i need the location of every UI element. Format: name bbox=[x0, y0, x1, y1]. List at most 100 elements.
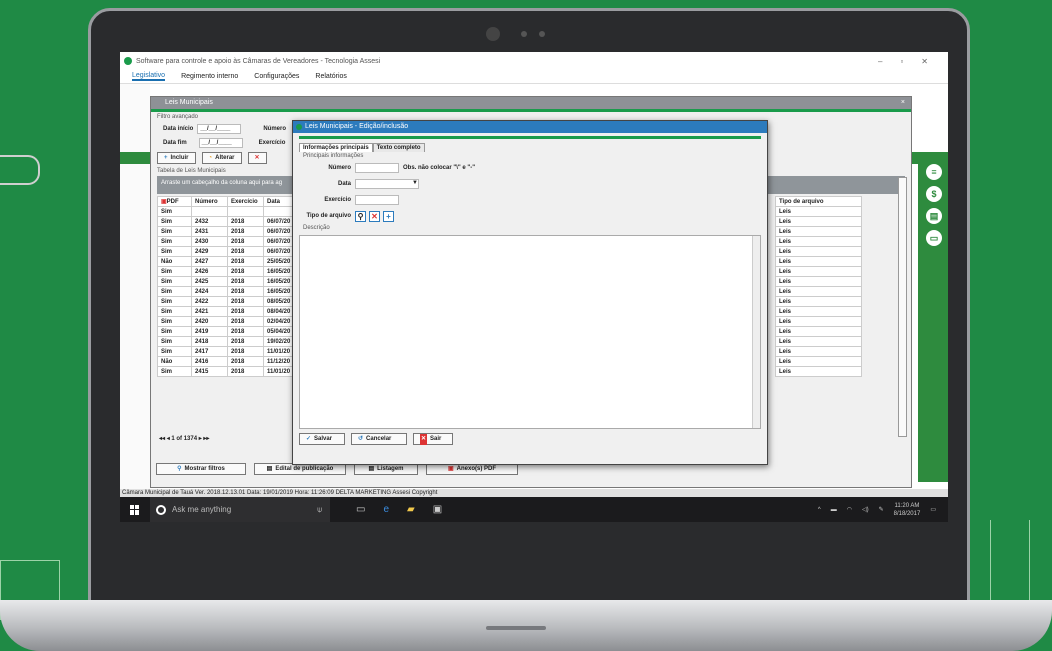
search-icon[interactable]: ⚲ bbox=[355, 210, 366, 222]
table-cell: Leis bbox=[775, 296, 862, 307]
salvar-button[interactable]: ✓ Salvar bbox=[299, 433, 345, 445]
store-icon[interactable]: ▣ bbox=[433, 504, 442, 515]
table-cell: 2018 bbox=[227, 286, 264, 297]
col-exercicio[interactable]: Exercício bbox=[227, 196, 264, 207]
edge-icon[interactable]: e bbox=[383, 504, 389, 515]
wifi-icon[interactable]: ◠ bbox=[847, 506, 852, 513]
monitor-icon[interactable]: ▭ bbox=[926, 230, 942, 246]
windows-start-icon[interactable] bbox=[130, 504, 140, 515]
descricao-scrollbar[interactable] bbox=[752, 236, 760, 428]
exercicio-filter-label: Exercício bbox=[258, 140, 286, 146]
pager[interactable]: ◂◂ ◂ 1 of 1374 ▸ ▸▸ bbox=[159, 435, 209, 442]
clock-date: 8/18/2017 bbox=[893, 510, 921, 517]
table-cell: 2430 bbox=[191, 236, 228, 247]
minimize-icon[interactable]: – bbox=[878, 57, 882, 66]
data-fim-label: Data fim bbox=[163, 140, 187, 146]
anexos-label: Anexo(s) PDF bbox=[456, 465, 496, 472]
money-icon[interactable]: $ bbox=[926, 186, 942, 202]
clock-time: 11:20 AM bbox=[894, 502, 920, 509]
salvar-label: Salvar bbox=[314, 435, 333, 442]
numero-label: Número bbox=[328, 165, 351, 171]
table-cell bbox=[227, 206, 264, 217]
data-inicio-label: Data início bbox=[163, 126, 194, 132]
tipo-label: Tipo de arquivo bbox=[306, 213, 351, 219]
plus-icon: + bbox=[164, 154, 168, 161]
descricao-textarea[interactable] bbox=[299, 235, 761, 429]
menu-relatorios[interactable]: Relatórios bbox=[315, 73, 347, 80]
table-cell: Não bbox=[157, 356, 192, 367]
data-inicio-input[interactable]: __/__/____ bbox=[197, 124, 242, 134]
numero-row: Número Obs. não colocar "\" e "-" bbox=[293, 160, 767, 176]
menu-legislativo[interactable]: Legislativo bbox=[132, 72, 166, 81]
battery-icon[interactable]: ▬ bbox=[831, 507, 837, 513]
table-cell: 2417 bbox=[191, 346, 228, 357]
table-scrollbar[interactable] bbox=[898, 177, 907, 437]
table-cell: Leis bbox=[775, 336, 862, 347]
table-cell: Sim bbox=[157, 246, 192, 257]
taskbar-apps: ▭ e ▰ ▣ bbox=[356, 504, 442, 515]
descricao-label: Descrição bbox=[303, 225, 330, 231]
col-pdf[interactable]: PDF bbox=[167, 199, 179, 205]
sair-label: Sair bbox=[430, 435, 442, 442]
excluir-button[interactable]: ✕ bbox=[247, 152, 267, 164]
data-select[interactable]: ▼ bbox=[355, 179, 419, 189]
table-cell: 2018 bbox=[227, 316, 264, 327]
task-view-icon[interactable]: ▭ bbox=[356, 504, 365, 515]
table-cell: 2429 bbox=[191, 246, 228, 257]
window-controls: – ▫ ✕ bbox=[878, 57, 948, 66]
exercicio-input[interactable] bbox=[355, 195, 399, 205]
table-cell: Sim bbox=[157, 236, 192, 247]
table-cell: 2431 bbox=[191, 226, 228, 237]
menu-configuracoes[interactable]: Configurações bbox=[254, 73, 299, 80]
col-tipo[interactable]: Tipo de arquivo bbox=[775, 196, 862, 207]
file-explorer-icon[interactable]: ▰ bbox=[407, 504, 415, 515]
incluir-button[interactable]: + Incluir bbox=[157, 152, 196, 164]
system-tray: ^ ▬ ◠ ◁) ✎ 11:20 AM 8/18/2017 ▭ bbox=[818, 502, 948, 518]
table-cell: 2018 bbox=[227, 356, 264, 367]
document-icon[interactable]: ▤ bbox=[926, 208, 942, 224]
cortana-icon bbox=[156, 504, 166, 515]
pager-text: 1 of 1374 bbox=[171, 436, 198, 442]
menu-regimento[interactable]: Regimento interno bbox=[181, 73, 238, 80]
sair-button[interactable]: ✕ Sair bbox=[413, 433, 453, 445]
table-cell: 2018 bbox=[227, 246, 264, 257]
clear-icon[interactable]: ✕ bbox=[369, 210, 380, 222]
close-icon[interactable]: ✕ bbox=[921, 57, 928, 66]
clock[interactable]: 11:20 AM 8/18/2017 bbox=[894, 502, 921, 518]
table-cell: 2418 bbox=[191, 336, 228, 347]
table-cell: 2420 bbox=[191, 316, 228, 327]
table-cell: Leis bbox=[775, 366, 862, 377]
sensor-dot bbox=[539, 31, 545, 37]
table-cell: Sim bbox=[157, 266, 192, 277]
numero-input[interactable] bbox=[355, 163, 399, 173]
table-cell: Sim bbox=[157, 286, 192, 297]
mostrar-filtros-button[interactable]: ⚲ Mostrar filtros bbox=[156, 463, 246, 475]
add-icon[interactable]: + bbox=[383, 210, 394, 222]
window-title-text: Leis Municipais bbox=[165, 99, 213, 106]
alterar-label: Alterar bbox=[215, 154, 235, 161]
list-icon[interactable]: ≡ bbox=[926, 164, 942, 180]
listagem-label: Listagem bbox=[377, 465, 404, 472]
chevron-down-icon: ▼ bbox=[412, 180, 418, 186]
window-title: Leis Municipais × bbox=[151, 97, 911, 109]
data-fim-input[interactable]: __/__/____ bbox=[198, 138, 243, 148]
pen-icon[interactable]: ✎ bbox=[879, 506, 884, 513]
close-icon[interactable]: × bbox=[901, 97, 905, 109]
cancelar-button[interactable]: ↺ Cancelar bbox=[351, 433, 407, 445]
data-row: Data ▼ bbox=[293, 176, 767, 192]
pdf-icon: ▣ bbox=[447, 465, 454, 472]
table-cell: Leis bbox=[775, 346, 862, 357]
restore-icon[interactable]: ▫ bbox=[900, 57, 903, 66]
table-cell: 2018 bbox=[227, 306, 264, 317]
notifications-icon[interactable]: ▭ bbox=[930, 506, 936, 513]
volume-icon[interactable]: ◁) bbox=[862, 506, 869, 513]
col-numero[interactable]: Número bbox=[191, 196, 228, 207]
table-cell: Leis bbox=[775, 286, 862, 297]
tab-texto-completo[interactable]: Texto completo bbox=[372, 143, 425, 152]
table-cell: Leis bbox=[775, 276, 862, 287]
tab-informacoes[interactable]: Informações principais bbox=[299, 143, 373, 152]
chevron-up-icon[interactable]: ^ bbox=[818, 507, 821, 513]
exercicio-row: Exercício bbox=[293, 192, 767, 208]
alterar-button[interactable]: ◔ Alterar bbox=[201, 152, 242, 164]
cortana-search[interactable]: Ask me anything ⍦ bbox=[150, 497, 330, 522]
